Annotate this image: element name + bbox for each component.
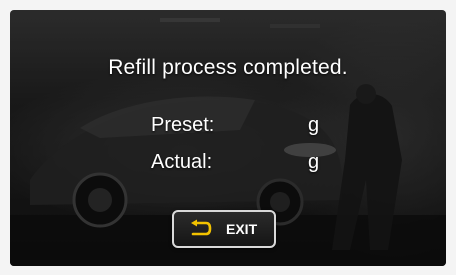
preset-unit: g — [308, 114, 320, 136]
exit-label: EXIT — [226, 221, 258, 237]
actual-row: Actual: g — [10, 151, 446, 177]
actual-unit: g — [308, 151, 320, 173]
exit-button[interactable]: EXIT — [172, 210, 276, 248]
preset-row: Preset: g — [10, 114, 446, 140]
return-arrow-icon — [191, 219, 212, 236]
actual-label: Actual: — [151, 151, 213, 173]
preset-label: Preset: — [151, 114, 215, 136]
status-message: Refill process completed. — [108, 56, 348, 79]
